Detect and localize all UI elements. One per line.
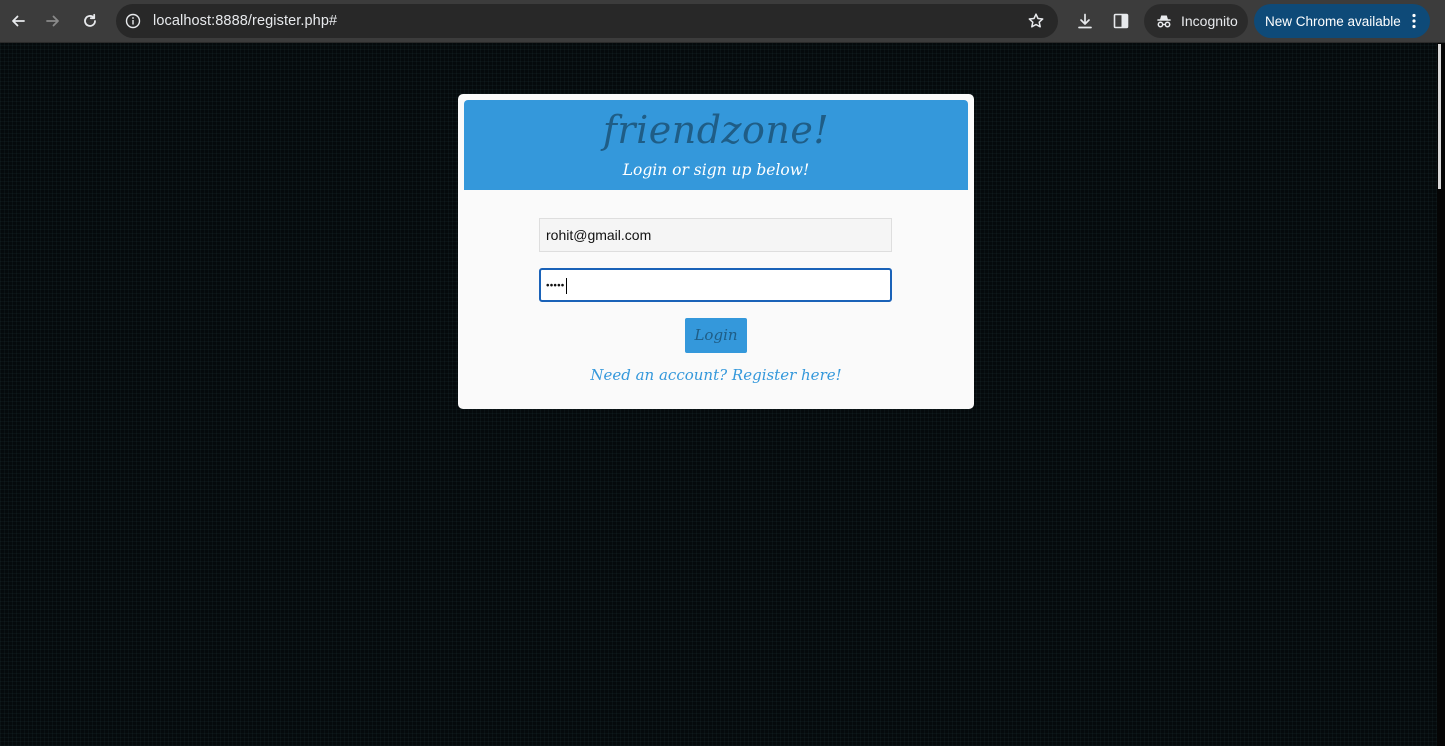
browser-toolbar: localhost:8888/register.php# Incognito N… — [0, 0, 1445, 43]
bookmark-button[interactable] — [1026, 11, 1046, 31]
login-card: friendzone! Login or sign up below! rohi… — [458, 94, 974, 409]
star-icon — [1028, 13, 1044, 28]
card-header: friendzone! Login or sign up below! — [464, 100, 968, 190]
page-background: friendzone! Login or sign up below! rohi… — [0, 43, 1437, 746]
url-text[interactable]: localhost:8888/register.php# — [153, 4, 337, 38]
password-mask: ••••• — [546, 280, 565, 292]
incognito-label: Incognito — [1181, 13, 1238, 29]
vertical-dots-icon[interactable] — [1407, 12, 1421, 30]
side-panel-icon — [1113, 13, 1129, 29]
back-button[interactable] — [4, 7, 32, 35]
password-field[interactable]: ••••• — [539, 268, 892, 302]
back-arrow-icon — [12, 15, 25, 27]
text-caret — [565, 278, 567, 295]
tagline: Login or sign up below! — [622, 161, 810, 179]
login-button[interactable]: Login — [685, 318, 747, 353]
reload-button[interactable] — [76, 7, 104, 35]
register-link[interactable]: Need an account? Register here! — [458, 366, 974, 384]
forward-button[interactable] — [39, 7, 67, 35]
forward-arrow-icon — [46, 15, 59, 27]
update-label: New Chrome available — [1265, 13, 1401, 29]
address-bar[interactable]: localhost:8888/register.php# — [116, 4, 1058, 38]
email-field[interactable]: rohit@gmail.com — [539, 218, 892, 252]
new-chrome-available-button[interactable]: New Chrome available — [1254, 4, 1430, 38]
downloads-button[interactable] — [1074, 10, 1096, 32]
side-panel-button[interactable] — [1110, 10, 1132, 32]
brand-title: friendzone! — [602, 108, 830, 152]
info-icon — [125, 13, 141, 29]
incognito-indicator[interactable]: Incognito — [1144, 4, 1248, 38]
window-edge-highlight — [1438, 44, 1441, 189]
download-icon — [1078, 13, 1092, 29]
site-info-button[interactable] — [124, 12, 142, 30]
incognito-icon — [1154, 11, 1174, 31]
reload-icon — [84, 13, 96, 27]
